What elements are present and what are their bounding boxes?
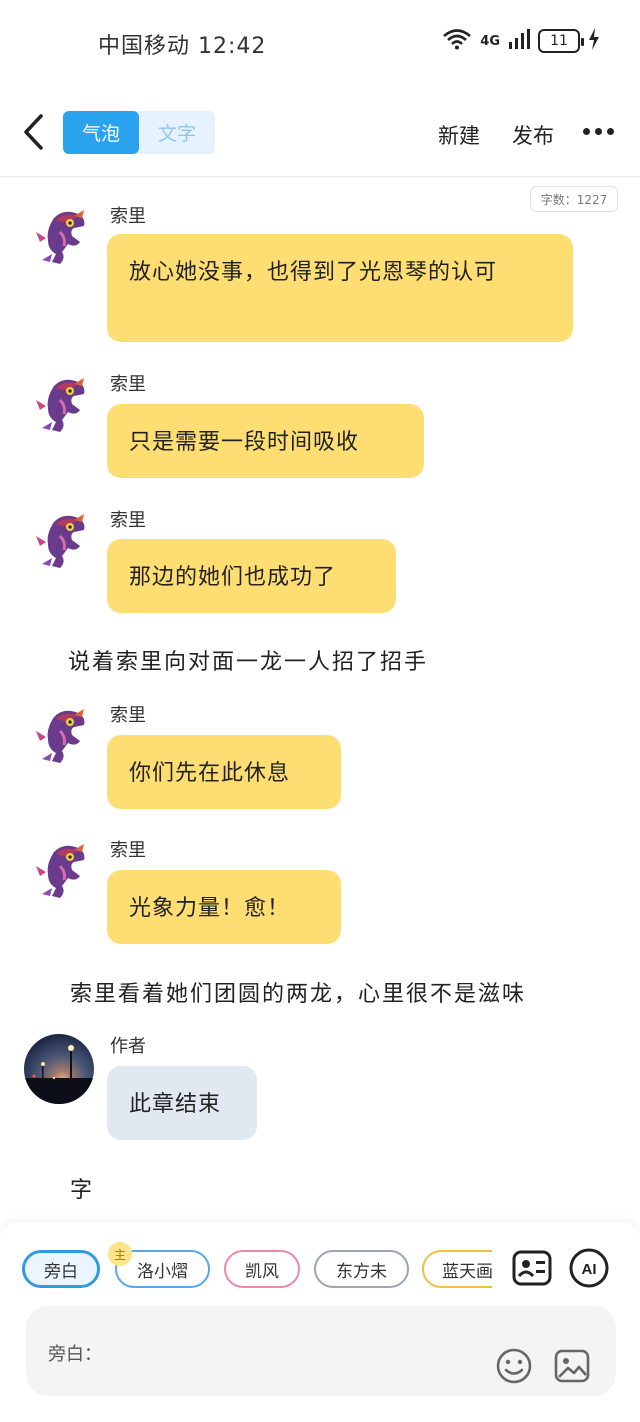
tab-bubble[interactable]: 气泡 [63,111,139,154]
image-icon[interactable] [552,1346,592,1386]
character-chip[interactable]: 凯风 [224,1250,300,1288]
ai-icon[interactable]: AI [569,1248,609,1288]
more-icon[interactable] [583,128,614,135]
signal-icon [508,28,530,54]
status-icons: 4G 11 [442,28,600,54]
narration-text[interactable]: 索里看着她们团圆的两龙，心里很不是滋味 [70,976,526,1008]
back-button[interactable] [16,110,52,154]
chat-bubble[interactable]: 放心她没事，也得到了光恩琴的认可 [107,234,573,342]
tab-text[interactable]: 文字 [139,111,215,154]
input-placeholder: 旁白： [48,1344,102,1365]
emoji-icon[interactable] [494,1346,534,1386]
character-chip-narrator[interactable]: 旁白 [22,1250,100,1288]
word-count-badge: 字数：1227 [530,186,618,212]
view-mode-switch: 气泡 文字 [63,111,215,154]
carrier-time: 中国移动 12:42 [98,34,267,59]
charging-icon [588,28,600,54]
narration-text[interactable]: 字 [70,1172,94,1204]
narration-text[interactable]: 说着索里向对面一龙一人招了招手 [68,644,428,676]
dragon-avatar[interactable] [30,842,88,900]
chevron-left-icon [24,114,43,150]
character-selector: 旁白 洛小熠 凯风 东方未 蓝天画 [22,1250,492,1288]
wifi-icon [442,28,472,54]
battery-icon: 11 [538,29,584,53]
dragon-avatar[interactable] [30,376,88,434]
network-type: 4G [480,33,500,49]
sender-name: 索里 [110,840,146,861]
author-avatar[interactable] [24,1034,94,1104]
new-button[interactable]: 新建 [438,120,480,150]
status-bar: 中国移动 12:42 4G 11 [0,0,640,88]
character-chip[interactable]: 蓝天画 [422,1250,492,1288]
publish-button[interactable]: 发布 [512,120,554,150]
sender-name: 索里 [110,510,146,531]
character-card-icon[interactable] [512,1248,552,1288]
chat-bubble[interactable]: 你们先在此休息 [107,735,341,809]
sender-name: 索里 [110,206,146,227]
sender-name: 作者 [110,1036,146,1057]
svg-text:AI: AI [582,1261,597,1278]
top-nav: 气泡 文字 新建 发布 [0,100,640,166]
dragon-avatar[interactable] [30,208,88,266]
dragon-avatar[interactable] [30,707,88,765]
header-divider [0,176,640,177]
sender-name: 索里 [110,374,146,395]
chat-bubble[interactable]: 那边的她们也成功了 [107,539,396,613]
main-character-badge: 主 [108,1242,132,1266]
character-chip[interactable]: 东方未 [314,1250,409,1288]
chat-bubble[interactable]: 只是需要一段时间吸收 [107,404,424,478]
sender-name: 索里 [110,705,146,726]
chat-bubble[interactable]: 此章结束 [107,1066,257,1140]
chat-bubble[interactable]: 光象力量！愈！ [107,870,341,944]
dragon-avatar[interactable] [30,512,88,570]
